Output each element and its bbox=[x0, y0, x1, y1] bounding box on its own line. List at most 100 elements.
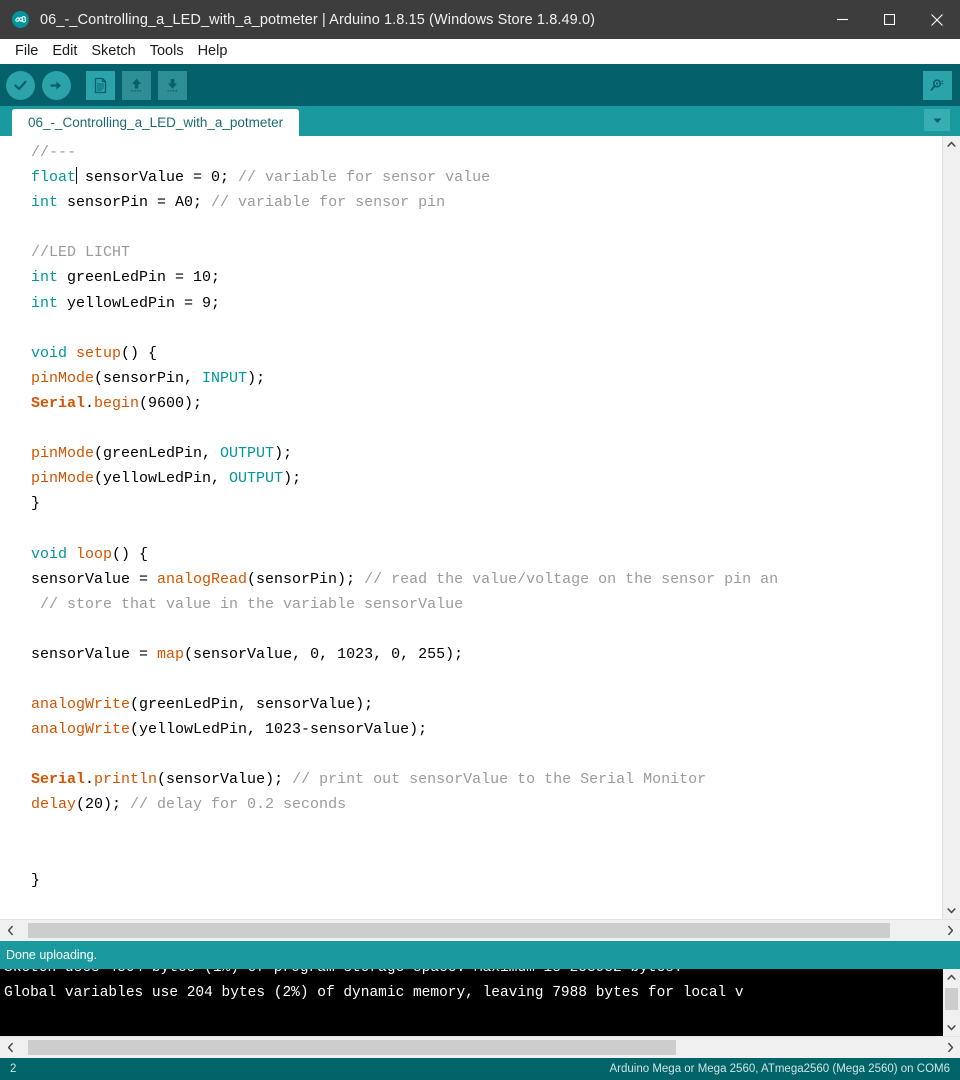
verify-button[interactable] bbox=[6, 70, 35, 100]
toolbar bbox=[0, 64, 960, 106]
code-line: delay(20); // delay for 0.2 seconds bbox=[31, 792, 942, 817]
open-sketch-button[interactable] bbox=[122, 70, 151, 100]
code-token: (20); bbox=[76, 796, 131, 814]
code-token: (sensorValue); bbox=[157, 771, 293, 789]
checkmark-icon bbox=[14, 80, 27, 90]
scroll-up-button[interactable] bbox=[943, 136, 960, 153]
arrow-up-open-icon bbox=[131, 78, 142, 91]
tab-active-sketch[interactable]: 06_-_Controlling_a_LED_with_a_potmeter bbox=[12, 109, 300, 136]
code-line: sensorValue = map(sensorValue, 0, 1023, … bbox=[31, 642, 942, 667]
console-vertical-track[interactable] bbox=[943, 986, 960, 1019]
code-line: pinMode(yellowLedPin, OUTPUT); bbox=[31, 466, 942, 491]
new-sketch-button[interactable] bbox=[86, 70, 115, 100]
code-token: setup bbox=[76, 344, 122, 362]
code-token: ); bbox=[283, 470, 302, 488]
line-number-indicator: 2 bbox=[10, 1063, 17, 1075]
code-token: analogRead bbox=[157, 570, 248, 588]
console-vertical-scrollbar[interactable] bbox=[943, 969, 960, 1036]
console-scroll-down-button[interactable] bbox=[943, 1019, 960, 1036]
console-scroll-up-button[interactable] bbox=[943, 969, 960, 986]
tab-menu-button[interactable] bbox=[924, 109, 950, 131]
scroll-down-button[interactable] bbox=[943, 902, 960, 919]
code-line: //--- bbox=[31, 140, 942, 165]
code-token: (sensorPin); bbox=[247, 570, 365, 588]
code-token: (yellowLedPin, bbox=[94, 470, 230, 488]
code-token: (yellowLedPin, 1023-sensorValue); bbox=[130, 721, 428, 739]
code-line: //LED LICHT bbox=[31, 240, 942, 265]
scroll-left-button[interactable] bbox=[0, 920, 20, 941]
code-token: . bbox=[85, 771, 95, 789]
code-token: (sensorValue, 0, 1023, 0, 255); bbox=[184, 645, 464, 663]
bottom-status-bar: 2 Arduino Mega or Mega 2560, ATmega2560 … bbox=[0, 1058, 960, 1080]
console-scroll-right-button[interactable] bbox=[940, 1037, 960, 1058]
code-token: begin bbox=[94, 394, 140, 412]
code-line: } bbox=[31, 868, 942, 893]
menu-item-edit[interactable]: Edit bbox=[45, 41, 84, 61]
code-line: float sensorValue = 0; // variable for s… bbox=[31, 165, 942, 190]
code-token: int bbox=[31, 269, 59, 287]
chevron-down-icon bbox=[947, 908, 956, 914]
code-line: pinMode(sensorPin, INPUT); bbox=[31, 366, 942, 391]
arrow-down-save-icon bbox=[167, 78, 178, 91]
menu-item-help[interactable]: Help bbox=[191, 41, 235, 61]
code-line: int greenLedPin = 10; bbox=[31, 265, 942, 290]
menu-item-sketch[interactable]: Sketch bbox=[84, 41, 142, 61]
scroll-right-button[interactable] bbox=[940, 920, 960, 941]
code-token: yellowLedPin = 9; bbox=[58, 294, 221, 312]
code-token: () { bbox=[121, 344, 158, 362]
minimize-icon bbox=[837, 18, 848, 21]
menu-item-file[interactable]: File bbox=[8, 41, 45, 61]
code-token: ); bbox=[247, 369, 266, 387]
console-scroll-left-button[interactable] bbox=[0, 1037, 20, 1058]
code-token: (9600); bbox=[139, 394, 203, 412]
code-token: sensorValue = bbox=[31, 645, 158, 663]
code-token: // delay for 0.2 seconds bbox=[130, 796, 347, 814]
chevron-left-icon bbox=[7, 925, 13, 936]
tab-strip: 06_-_Controlling_a_LED_with_a_potmeter bbox=[0, 106, 960, 136]
code-token: void bbox=[31, 545, 68, 563]
arrow-right-icon bbox=[50, 81, 61, 89]
code-token: pinMode bbox=[31, 470, 95, 488]
code-token: map bbox=[157, 645, 185, 663]
minimize-button[interactable] bbox=[819, 0, 866, 39]
code-token: //--- bbox=[31, 144, 77, 161]
code-token: void bbox=[31, 344, 68, 362]
code-content[interactable]: //--- float sensorValue = 0; // variable … bbox=[0, 140, 942, 893]
save-sketch-button[interactable] bbox=[158, 70, 187, 100]
menu-bar: File Edit Sketch Tools Help bbox=[0, 39, 960, 64]
console-horizontal-track[interactable] bbox=[20, 1037, 940, 1058]
editor-horizontal-thumb[interactable] bbox=[28, 923, 890, 938]
upload-button[interactable] bbox=[42, 70, 71, 100]
console-horizontal-thumb[interactable] bbox=[28, 1040, 676, 1055]
code-line: int yellowLedPin = 9; bbox=[31, 291, 942, 316]
console-output[interactable]: Sketch uses 4504 bytes (1%) of program s… bbox=[0, 969, 943, 1036]
editor-vertical-track[interactable] bbox=[943, 153, 960, 902]
code-line: } bbox=[31, 491, 942, 516]
maximize-button[interactable] bbox=[866, 0, 913, 39]
code-line: pinMode(greenLedPin, OUTPUT); bbox=[31, 441, 942, 466]
console-text: Sketch uses 4504 bytes (1%) of program s… bbox=[0, 969, 943, 1006]
console-vertical-thumb[interactable] bbox=[945, 988, 958, 1010]
code-token: // variable for sensor pin bbox=[211, 194, 446, 212]
code-token: sensorPin = A0; bbox=[58, 194, 212, 212]
editor-vertical-scrollbar[interactable] bbox=[942, 136, 960, 919]
chevron-left-icon bbox=[7, 1042, 13, 1053]
editor-horizontal-track[interactable] bbox=[20, 920, 940, 941]
code-editor[interactable]: //--- float sensorValue = 0; // variable … bbox=[0, 136, 942, 919]
code-token: ); bbox=[274, 445, 293, 463]
code-token: sensorValue = 0; bbox=[76, 169, 239, 187]
console-horizontal-scrollbar[interactable] bbox=[0, 1036, 960, 1058]
chevron-right-icon bbox=[947, 1042, 953, 1053]
chevron-up-icon bbox=[947, 141, 956, 147]
serial-monitor-button[interactable] bbox=[923, 70, 952, 100]
editor-horizontal-scrollbar[interactable] bbox=[0, 919, 960, 941]
menu-item-tools[interactable]: Tools bbox=[143, 41, 191, 61]
close-button[interactable] bbox=[913, 0, 960, 39]
arduino-infinity-icon bbox=[12, 11, 29, 28]
code-token: analogWrite bbox=[31, 696, 131, 714]
